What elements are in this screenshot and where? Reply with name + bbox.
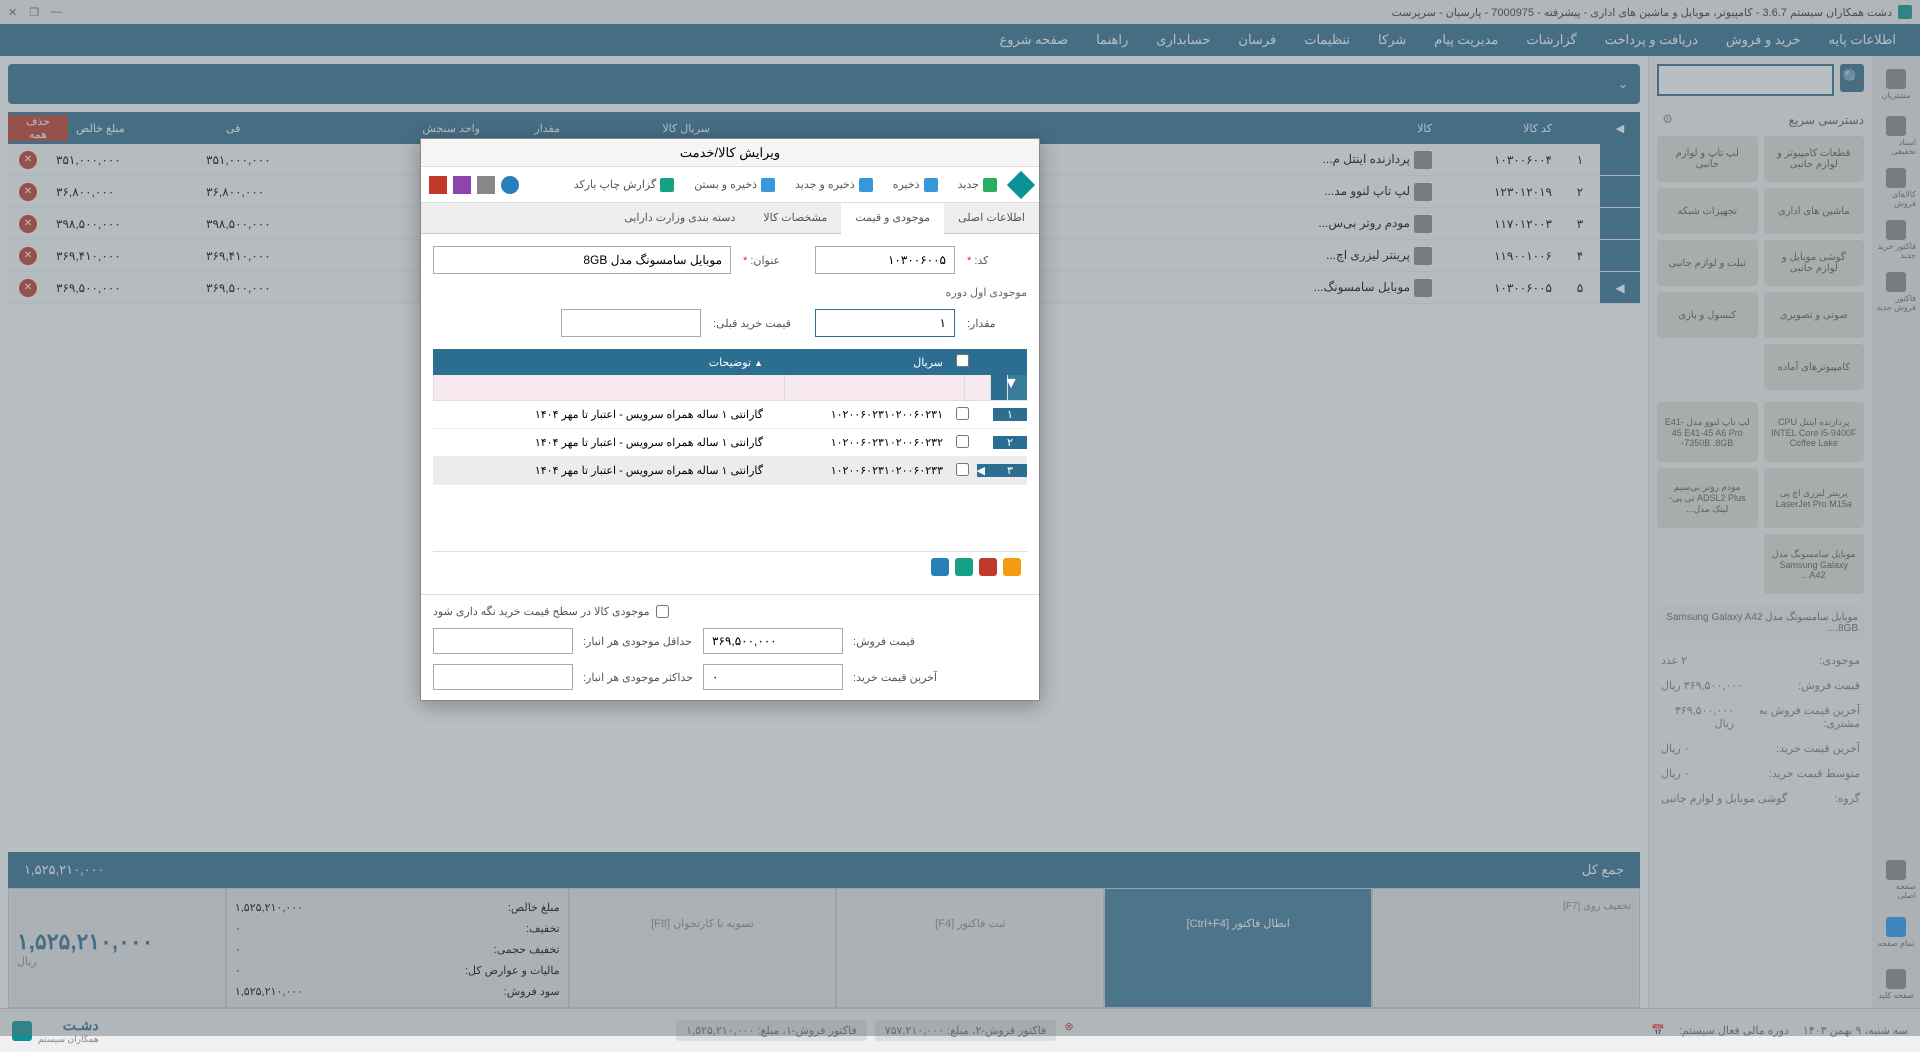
edit-item-modal: ویرایش کالا/خدمت جدید ذخیره ذخیره و جدید… <box>420 138 1040 701</box>
barcode-report-button[interactable]: گزارش چاپ بارکد <box>568 174 680 196</box>
export-serial-icon[interactable] <box>955 558 973 576</box>
col-serial[interactable]: سریال <box>771 356 951 369</box>
sale-price-label: قیمت فروش: <box>853 635 937 648</box>
tab-specs[interactable]: مشخصات کالا <box>749 203 841 233</box>
col-desc[interactable]: ▲ توضیحات <box>433 356 771 369</box>
modal-logo-icon <box>1007 170 1035 198</box>
max-stock-input[interactable] <box>433 664 573 690</box>
tab-main-info[interactable]: اطلاعات اصلی <box>944 203 1039 233</box>
info-icon[interactable] <box>501 176 519 194</box>
serial-grid: سریال ▲ توضیحات ▼ ۱ ۱۰۲۰۰۶۰۲۳۱۰۲۰۰۶۰۲۳۱ … <box>433 349 1027 582</box>
save-button[interactable]: ذخیره <box>887 174 944 196</box>
sale-price-input[interactable] <box>703 628 843 654</box>
serial-row[interactable]: ۳ ◀ ۱۰۲۰۰۶۰۲۳۱۰۲۰۰۶۰۲۳۳ گارانتی ۱ ساله ه… <box>433 457 1027 485</box>
add-serial-icon[interactable] <box>1003 558 1021 576</box>
qty-input[interactable] <box>815 309 955 337</box>
save-new-button[interactable]: ذخیره و جدید <box>789 174 879 196</box>
max-stock-label: حداکثر موجودی هر انبار: <box>583 671 693 684</box>
keep-at-buy-price-checkbox[interactable] <box>656 605 669 618</box>
title-label: عنوان: * <box>743 254 803 267</box>
min-stock-input[interactable] <box>433 628 573 654</box>
last-buy-label: آخرین قیمت خرید: <box>853 671 937 684</box>
tab-ministry[interactable]: دسته بندی وزارت دارایی <box>610 203 749 233</box>
save-close-button[interactable]: ذخیره و بستن <box>688 174 781 196</box>
tab-stock-price[interactable]: موجودی و قیمت <box>841 203 944 234</box>
delete-serial-icon[interactable] <box>979 558 997 576</box>
qty-label: مقدار: <box>967 317 1027 330</box>
import-serial-icon[interactable] <box>931 558 949 576</box>
modal-close-icon[interactable] <box>429 176 447 194</box>
section-initial-stock: موجودی اول دوره <box>433 286 1027 299</box>
color-icon[interactable] <box>453 176 471 194</box>
title-input[interactable] <box>433 246 731 274</box>
modal-title: ویرایش کالا/خدمت <box>421 139 1039 167</box>
select-all-checkbox <box>956 354 969 367</box>
prev-price-input[interactable] <box>561 309 701 337</box>
filter-icon[interactable]: ▼ <box>1007 375 1027 400</box>
min-stock-label: حداقل موجودی هر انبار: <box>583 635 693 648</box>
last-buy-input[interactable] <box>703 664 843 690</box>
code-input[interactable] <box>815 246 955 274</box>
serial-row[interactable]: ۲ ۱۰۲۰۰۶۰۲۳۱۰۲۰۰۶۰۲۳۲ گارانتی ۱ ساله همر… <box>433 429 1027 457</box>
serial-row[interactable]: ۱ ۱۰۲۰۰۶۰۲۳۱۰۲۰۰۶۰۲۳۱ گارانتی ۱ ساله همر… <box>433 401 1027 429</box>
prev-price-label: قیمت خرید قبلی: <box>713 317 803 330</box>
new-button[interactable]: جدید <box>952 174 1003 196</box>
code-label: کد: * <box>967 254 1027 267</box>
grid-icon[interactable] <box>477 176 495 194</box>
